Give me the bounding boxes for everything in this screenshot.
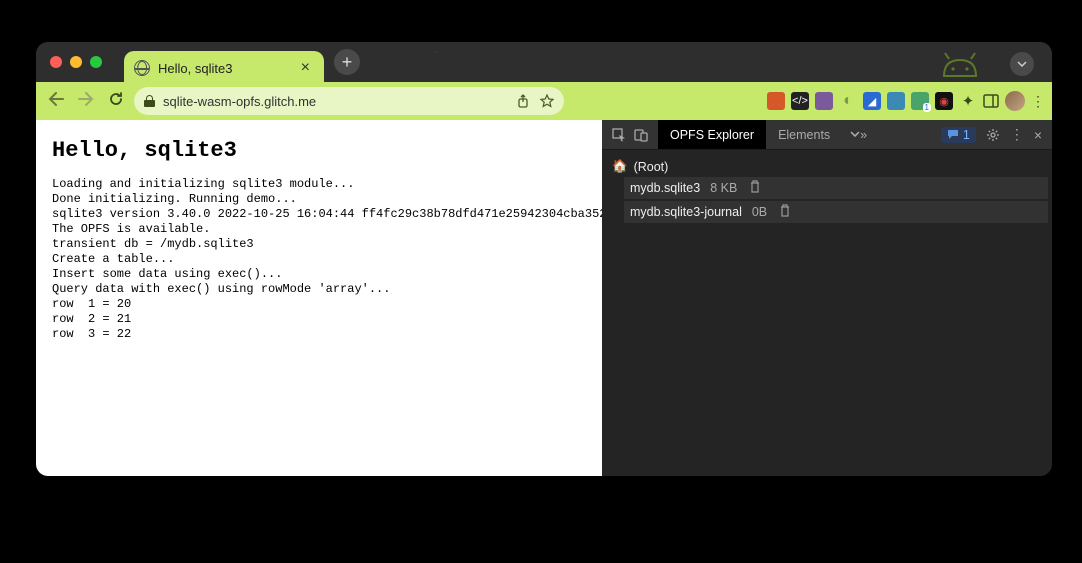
extension-icons: </> ◐ ◢ 1 ◉ ✦ ⋮ bbox=[767, 91, 1044, 111]
extension-icon[interactable] bbox=[815, 92, 833, 110]
tab-overflow-button[interactable] bbox=[1010, 52, 1034, 76]
browser-window: Hello, sqlite3 × + sqlite-wasm-opfs.glit… bbox=[36, 42, 1052, 476]
file-name: mydb.sqlite3-journal bbox=[630, 205, 742, 219]
devtools-menu-button[interactable]: ⋮ bbox=[1010, 126, 1024, 143]
back-button[interactable] bbox=[44, 92, 68, 111]
window-controls bbox=[50, 56, 102, 68]
console-log: Loading and initializing sqlite3 module.… bbox=[52, 177, 586, 342]
tab-opfs-explorer[interactable]: OPFS Explorer bbox=[658, 120, 766, 149]
android-logo-icon bbox=[938, 48, 982, 78]
more-tabs-button[interactable]: » bbox=[842, 120, 875, 149]
share-icon[interactable] bbox=[516, 94, 530, 108]
extension-icon[interactable]: ◉ bbox=[935, 92, 953, 110]
extension-icon[interactable]: ◢ bbox=[863, 92, 881, 110]
console-messages-badge[interactable]: 1 bbox=[941, 127, 976, 143]
file-name: mydb.sqlite3 bbox=[630, 181, 700, 195]
address-bar[interactable]: sqlite-wasm-opfs.glitch.me bbox=[134, 87, 564, 115]
inspect-icon[interactable] bbox=[612, 128, 626, 142]
extension-icon[interactable]: 1 bbox=[911, 92, 929, 110]
reload-button[interactable] bbox=[104, 91, 128, 112]
extension-icon[interactable] bbox=[767, 92, 785, 110]
content-area: Hello, sqlite3 Loading and initializing … bbox=[36, 120, 1052, 476]
toolbar: sqlite-wasm-opfs.glitch.me </> ◐ ◢ 1 ◉ ✦… bbox=[36, 82, 1052, 120]
chrome-menu-button[interactable]: ⋮ bbox=[1031, 93, 1044, 110]
minimize-window-button[interactable] bbox=[70, 56, 82, 68]
page-heading: Hello, sqlite3 bbox=[52, 138, 586, 163]
star-icon[interactable] bbox=[540, 94, 554, 108]
gear-icon[interactable] bbox=[986, 128, 1000, 142]
trash-icon[interactable] bbox=[749, 180, 761, 196]
root-label: (Root) bbox=[634, 160, 669, 174]
side-panel-icon[interactable] bbox=[983, 93, 999, 109]
extension-icon[interactable]: </> bbox=[791, 92, 809, 110]
profile-avatar[interactable] bbox=[1005, 91, 1025, 111]
extension-icon[interactable] bbox=[887, 92, 905, 110]
tree-file-row[interactable]: mydb.sqlite3-journal 0B bbox=[624, 201, 1048, 223]
house-icon: 🏠 bbox=[612, 159, 628, 174]
close-window-button[interactable] bbox=[50, 56, 62, 68]
extension-icon[interactable]: ◐ bbox=[839, 92, 857, 110]
device-toggle-icon[interactable] bbox=[634, 128, 648, 142]
tree-file-row[interactable]: mydb.sqlite3 8 KB bbox=[624, 177, 1048, 199]
file-size: 8 KB bbox=[710, 181, 737, 195]
omnibox-actions bbox=[516, 94, 554, 108]
opfs-tree: 🏠 (Root) mydb.sqlite3 8 KB mydb.sqlite3-jo… bbox=[602, 150, 1052, 231]
message-count: 1 bbox=[963, 128, 970, 142]
maximize-window-button[interactable] bbox=[90, 56, 102, 68]
new-tab-button[interactable]: + bbox=[334, 49, 360, 75]
page-content: Hello, sqlite3 Loading and initializing … bbox=[36, 120, 602, 476]
tab-elements[interactable]: Elements bbox=[766, 120, 842, 149]
globe-icon bbox=[134, 60, 150, 76]
file-size: 0B bbox=[752, 205, 767, 219]
extensions-menu-icon[interactable]: ✦ bbox=[959, 92, 977, 110]
tree-root[interactable]: 🏠 (Root) bbox=[606, 156, 1048, 177]
tab-title: Hello, sqlite3 bbox=[158, 61, 297, 76]
lock-icon bbox=[144, 95, 155, 107]
tab-strip: Hello, sqlite3 × + bbox=[36, 42, 1052, 82]
url-text: sqlite-wasm-opfs.glitch.me bbox=[163, 94, 508, 109]
browser-tab[interactable]: Hello, sqlite3 × bbox=[124, 51, 324, 85]
devtools-tabbar: OPFS Explorer Elements » 1 ⋮ × bbox=[602, 120, 1052, 150]
forward-button[interactable] bbox=[74, 92, 98, 111]
trash-icon[interactable] bbox=[779, 204, 791, 220]
devtools-panel: OPFS Explorer Elements » 1 ⋮ × bbox=[602, 120, 1052, 476]
close-devtools-button[interactable]: × bbox=[1034, 127, 1042, 143]
close-tab-button[interactable]: × bbox=[297, 59, 314, 77]
